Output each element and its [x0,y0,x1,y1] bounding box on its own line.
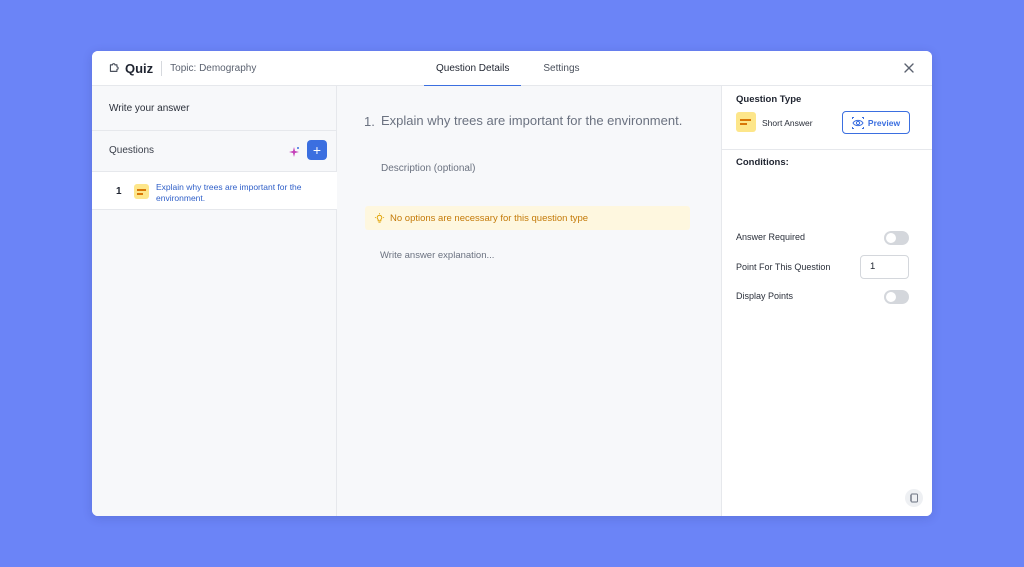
answer-required-label: Answer Required [736,232,806,242]
answer-explanation-input[interactable]: Write answer explanation... [380,250,494,261]
short-answer-icon [736,112,756,132]
question-settings-panel: Question Type Short Answer Preview Condi… [722,86,932,516]
display-points-label: Display Points [736,291,794,301]
puzzle-icon [108,60,121,78]
question-type-value: Short Answer [762,118,813,128]
sparkle-icon[interactable] [288,145,300,157]
question-number: 1. [364,114,375,129]
notes-icon [910,493,918,503]
question-title-input[interactable]: Explain why trees are important for the … [381,112,701,130]
conditions-label: Conditions: [736,157,789,168]
modal-header: Quiz Topic: Demography Question Details … [92,51,932,87]
questions-sidebar: Write your answer Questions + 1 Explain … [92,86,337,516]
close-icon [904,63,914,73]
brand: Quiz Topic: Demography [108,51,256,86]
tab-settings[interactable]: Settings [531,51,591,86]
close-button[interactable] [902,61,916,75]
list-item[interactable]: 1 Explain why trees are important for th… [92,171,337,210]
plus-icon: + [312,142,322,158]
question-type-label: Question Type [736,94,802,105]
points-label: Point For This Question [736,262,831,272]
topic-label: Topic: Demography [170,63,257,74]
brand-name: Quiz [125,61,154,76]
description-input[interactable]: Description (optional) [381,163,476,174]
header-divider [161,61,163,76]
points-input[interactable]: 1 [860,255,909,279]
quiz-modal: Quiz Topic: Demography Question Details … [92,51,932,516]
questions-label: Questions [109,145,155,156]
sidebar-title: Write your answer [109,103,190,114]
tab-bar: Question Details Settings [424,51,592,87]
display-points-toggle[interactable] [884,290,909,304]
add-question-button[interactable]: + [307,140,327,160]
question-number: 1 [116,186,122,197]
panel-divider [722,149,932,150]
question-text: Explain why trees are important for the … [156,182,302,203]
notes-button[interactable] [905,489,923,507]
short-answer-icon [134,184,149,199]
no-options-notice: No options are necessary for this questi… [365,206,690,230]
preview-label: Preview [867,117,901,128]
preview-button[interactable]: Preview [842,111,910,134]
tab-question-details[interactable]: Question Details [424,51,522,87]
eye-icon [851,116,864,129]
lightbulb-icon [374,212,385,223]
answer-required-toggle[interactable] [884,231,909,245]
question-editor: 1. Explain why trees are important for t… [337,86,722,516]
notice-text: No options are necessary for this questi… [390,212,589,224]
questions-header: Questions + [92,131,337,171]
